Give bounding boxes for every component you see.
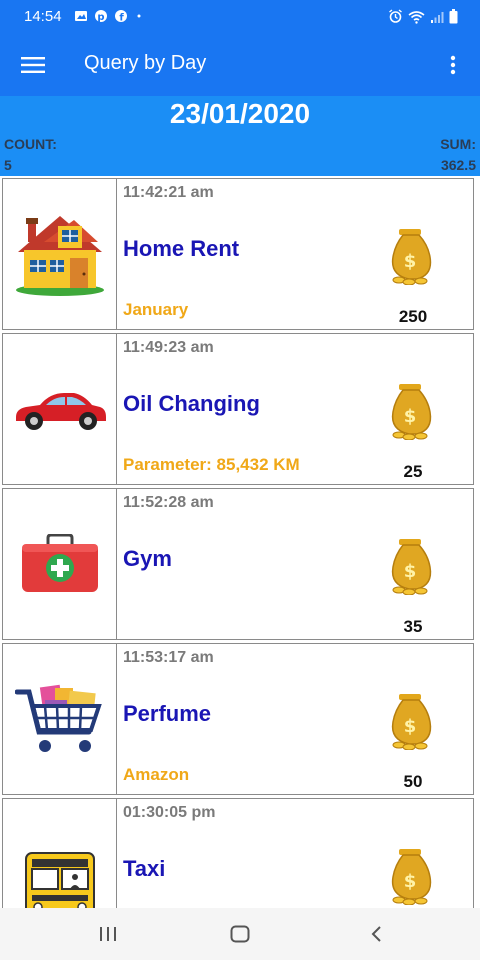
- sum-label: SUM:: [440, 136, 476, 152]
- entry-title: Oil Changing: [123, 391, 260, 416]
- car-icon: [15, 393, 106, 430]
- list-item[interactable]: 11:52:28 am Gym $ 35: [2, 488, 474, 640]
- pinterest-notification-icon: p: [95, 10, 107, 23]
- battery-icon: [449, 9, 458, 24]
- first-aid-kit-icon: [21, 534, 98, 592]
- selected-date[interactable]: 23/01/2020: [0, 98, 480, 130]
- home-button[interactable]: [220, 920, 260, 948]
- money-bag-icon: $: [391, 229, 432, 285]
- count-label: COUNT:: [4, 136, 57, 152]
- more-vertical-icon: [450, 55, 456, 75]
- entry-note: January: [123, 300, 189, 319]
- entries-list[interactable]: 11:42:21 am Home Rent January $ 250 11:4…: [0, 176, 480, 908]
- hamburger-menu-icon: [21, 57, 45, 73]
- list-item[interactable]: 11:53:17 am Perfume Amazon $ 50: [2, 643, 474, 795]
- entry-time: 11:53:17 am: [123, 649, 214, 666]
- entry-note: Amazon: [123, 765, 190, 784]
- back-button[interactable]: [356, 920, 396, 948]
- entry-time: 11:52:28 am: [123, 494, 214, 511]
- entry-time: 11:42:21 am: [123, 184, 214, 201]
- alarm-icon: [389, 9, 402, 23]
- recent-apps-button[interactable]: [88, 920, 128, 948]
- entry-title: Home Rent: [123, 236, 240, 261]
- money-bag-icon: $: [391, 384, 432, 440]
- app-bar: Query by Day: [0, 34, 480, 96]
- svg-text:$: $: [404, 871, 417, 892]
- money-bag-icon: $: [391, 849, 432, 905]
- wifi-icon: [408, 10, 425, 24]
- svg-text:f: f: [119, 13, 124, 24]
- entry-amount: 250: [398, 307, 428, 326]
- svg-text:$: $: [404, 406, 417, 427]
- status-time: 14:54: [24, 8, 62, 25]
- overflow-menu-button[interactable]: [438, 48, 468, 82]
- entry-amount: 35: [403, 617, 423, 636]
- facebook-notification-icon: f: [115, 10, 127, 24]
- house-icon: [15, 216, 104, 296]
- sum-value: 362.5: [440, 157, 476, 173]
- system-navigation-bar: [0, 908, 480, 960]
- entry-note: Parameter: 85,432 KM: [123, 455, 300, 474]
- money-bag-icon: $: [391, 539, 432, 595]
- day-summary-header: 23/01/2020 COUNT: 5 SUM: 362.5: [0, 96, 480, 176]
- svg-text:$: $: [404, 716, 417, 737]
- status-bar: 14:54 p f: [0, 0, 480, 34]
- svg-text:$: $: [404, 251, 417, 272]
- more-notifications-dot-icon: [137, 14, 141, 18]
- count-value: 5: [4, 157, 12, 173]
- entry-amount: 50: [403, 772, 423, 791]
- entry-title: Taxi: [123, 856, 166, 881]
- home-icon: [230, 925, 250, 943]
- back-chevron-icon: [371, 926, 381, 942]
- shopping-cart-icon: [14, 684, 102, 752]
- entry-time: 01:30:05 pm: [123, 804, 216, 821]
- entry-title: Perfume: [123, 701, 212, 726]
- list-item[interactable]: 11:49:23 am Oil Changing Parameter: 85,4…: [2, 333, 474, 485]
- list-item[interactable]: 11:42:21 am Home Rent January $ 250: [2, 178, 474, 330]
- menu-button[interactable]: [16, 48, 50, 82]
- list-item[interactable]: 01:30:05 pm Taxi $: [2, 798, 474, 908]
- bus-icon: [24, 852, 95, 908]
- money-bag-icon: $: [391, 694, 432, 750]
- entry-amount: 25: [403, 462, 423, 481]
- recent-apps-icon: [100, 927, 116, 941]
- entry-title: Gym: [123, 546, 172, 571]
- gallery-notification-icon: [75, 11, 87, 21]
- svg-text:$: $: [404, 561, 417, 582]
- page-title: Query by Day: [84, 52, 207, 74]
- entry-time: 11:49:23 am: [123, 339, 214, 356]
- svg-text:p: p: [97, 12, 104, 23]
- signal-icon: [431, 11, 444, 23]
